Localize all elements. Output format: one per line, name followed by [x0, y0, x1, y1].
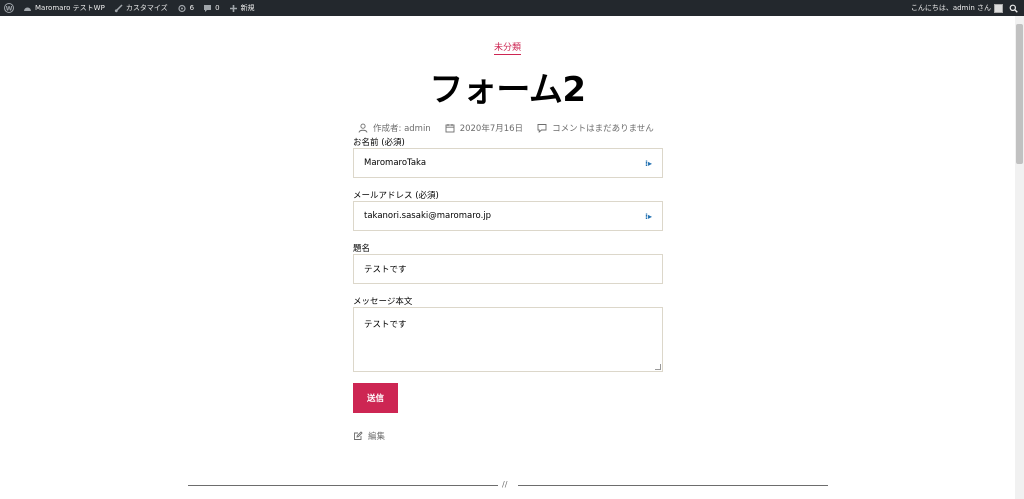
name-label: お名前 (必須) [353, 138, 405, 148]
message-label: メッセージ本文 [353, 297, 413, 307]
comments-link[interactable]: コメントはまだありません [552, 122, 654, 134]
email-field[interactable]: takanori.sasaki@maromaro.jp ⁞▸ [353, 201, 663, 231]
edit-link[interactable]: 編集 [353, 430, 385, 442]
scrollbar-thumb[interactable] [1016, 24, 1023, 164]
separator-line-right [518, 485, 828, 486]
updates-icon [178, 4, 186, 12]
name-value: MaromaroTaka [364, 158, 427, 168]
site-name-menu[interactable]: Maromaro テストWP [23, 3, 105, 13]
page-title: フォーム2 [429, 70, 586, 110]
edit-icon [354, 431, 363, 440]
greeting-text: こんにちは、admin さん [910, 4, 991, 12]
autofill-key-icon[interactable]: ⁞▸ [645, 159, 652, 168]
dashboard-icon [24, 7, 31, 11]
wordpress-icon: W [4, 3, 14, 13]
category-link[interactable]: 未分類 [493, 43, 521, 55]
email-label: メールアドレス (必須) [353, 191, 439, 201]
avatar [994, 3, 1003, 13]
brush-icon [114, 3, 123, 12]
svg-text:W: W [6, 5, 13, 12]
post-author: 作成者: admin [358, 122, 431, 134]
plus-icon [229, 4, 237, 12]
post-category: 未分類 [0, 40, 1015, 55]
updates-count: 6 [189, 4, 195, 12]
admin-bar: W Maromaro テストWP カスタマイズ 6 0 新規 こんにちは、adm… [0, 0, 1024, 16]
post-comments: コメントはまだありません [537, 122, 654, 134]
name-field[interactable]: MaromaroTaka ⁞▸ [353, 148, 663, 178]
page-scrollbar[interactable] [1015, 16, 1024, 499]
updates-link[interactable]: 6 [177, 4, 194, 13]
separator-line-left [188, 485, 498, 486]
subject-value: テストです [364, 265, 407, 275]
autofill-key-icon[interactable]: ⁞▸ [645, 212, 652, 221]
comment-bubble-icon [204, 4, 212, 12]
site-name: Maromaro テストWP [35, 4, 105, 12]
comments-count: 0 [215, 4, 220, 12]
author-link[interactable]: 作成者: admin [373, 122, 431, 134]
subject-label: 題名 [353, 244, 371, 254]
wp-logo-menu[interactable]: W [4, 3, 14, 13]
post-meta: 作成者: admin 2020年7月16日 コメントはまだありません [358, 122, 668, 134]
separator-mark: // [502, 480, 508, 489]
new-content-menu[interactable]: 新規 [229, 3, 255, 13]
message-textarea[interactable]: テストです [353, 307, 663, 372]
message-value: テストです [364, 320, 407, 330]
user-icon [358, 123, 368, 133]
search-button[interactable] [1009, 4, 1018, 13]
customize-label: カスタマイズ [125, 4, 168, 12]
email-value: takanori.sasaki@maromaro.jp [364, 211, 492, 221]
subject-field[interactable]: テストです [353, 254, 663, 284]
customize-link[interactable]: カスタマイズ [114, 3, 168, 13]
comment-icon [537, 124, 547, 133]
comments-link[interactable]: 0 [203, 4, 220, 13]
date-link[interactable]: 2020年7月16日 [460, 122, 523, 134]
account-menu[interactable]: こんにちは、admin さん [911, 3, 1003, 13]
calendar-icon [445, 124, 455, 133]
resize-handle[interactable] [655, 364, 661, 370]
edit-label: 編集 [368, 432, 386, 442]
new-label: 新規 [240, 4, 255, 12]
search-icon [1009, 4, 1018, 13]
post-date: 2020年7月16日 [445, 122, 523, 134]
submit-button[interactable]: 送信 [353, 383, 398, 413]
